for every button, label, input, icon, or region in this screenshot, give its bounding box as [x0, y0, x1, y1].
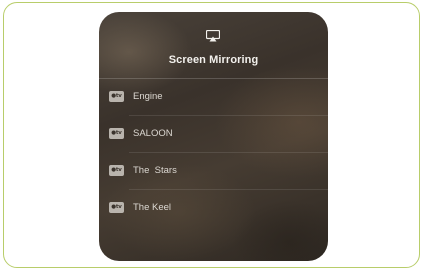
device-label: Engine [133, 91, 163, 102]
apple-tv-icon: ●tv [109, 91, 124, 102]
apple-tv-icon: ●tv [109, 165, 124, 176]
page-title: Screen Mirroring [168, 54, 259, 66]
device-item-saloon[interactable]: ●tv SALOON [99, 116, 328, 153]
device-list: ●tv Engine ●tv SALOON ●tv The Stars ●tv … [99, 79, 328, 227]
panel-header: Screen Mirroring [99, 12, 328, 78]
device-item-the-stars[interactable]: ●tv The Stars [99, 153, 328, 190]
device-label: SALOON [133, 128, 173, 139]
airplay-icon [206, 30, 220, 42]
device-item-the-keel[interactable]: ●tv The Keel [99, 190, 328, 227]
apple-tv-icon: ●tv [109, 128, 124, 139]
device-item-engine[interactable]: ●tv Engine [99, 79, 328, 116]
apple-tv-icon: ●tv [109, 202, 124, 213]
device-label: The Keel [133, 202, 172, 213]
screen-mirroring-panel: Screen Mirroring ●tv Engine ●tv SALOON ●… [99, 12, 328, 261]
device-label: The Stars [133, 165, 177, 176]
